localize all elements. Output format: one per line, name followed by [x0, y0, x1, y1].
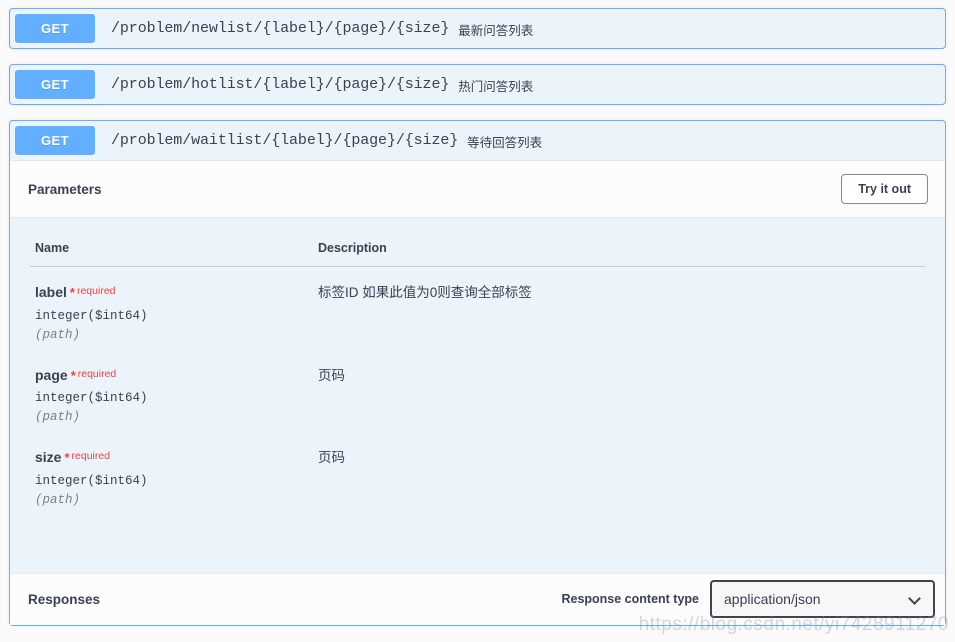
parameter-name: size * required — [35, 449, 313, 467]
required-star-icon: * — [69, 285, 75, 300]
responses-title: Responses — [28, 591, 101, 607]
operation-path: /problem/waitlist/{label}/{page}/{size} — [111, 132, 459, 149]
parameter-description: 标签ID 如果此值为0则查询全部标签 — [318, 285, 532, 300]
parameter-name-cell: page * required integer($int64) (path) — [30, 350, 313, 433]
operation-block-newlist[interactable]: GET /problem/newlist/{label}/{page}/{siz… — [9, 8, 946, 49]
required-label: required — [77, 367, 117, 380]
table-header-row: Name Description — [30, 236, 925, 267]
parameters-header: Parameters Try it out — [10, 160, 945, 218]
parameter-name-text: size — [35, 449, 62, 465]
parameter-description: 页码 — [318, 367, 345, 383]
required-star-icon: * — [70, 367, 76, 383]
http-method-badge: GET — [15, 126, 95, 155]
http-method-badge: GET — [15, 14, 95, 43]
operation-summary-text: 等待回答列表 — [467, 136, 543, 150]
operation-block-waitlist[interactable]: GET /problem/waitlist/{label}/{page}/{si… — [9, 120, 946, 626]
parameters-title: Parameters — [28, 181, 102, 197]
operation-summary[interactable]: GET /problem/hotlist/{label}/{page}/{siz… — [10, 65, 945, 104]
operation-summary-text: 最新问答列表 — [458, 24, 534, 38]
operation-summary[interactable]: GET /problem/newlist/{label}/{page}/{siz… — [10, 9, 945, 48]
parameter-name-text: page — [35, 366, 68, 383]
parameter-location: (path) — [35, 410, 81, 424]
parameter-name-text: label — [35, 284, 67, 300]
parameter-location: (path) — [35, 492, 81, 507]
operation-block-hotlist[interactable]: GET /problem/hotlist/{label}/{page}/{siz… — [9, 64, 946, 105]
parameters-table-wrap: Name Description label * required integer(… — [10, 218, 945, 573]
operation-body: Parameters Try it out Name Description l… — [10, 160, 945, 625]
parameter-type: integer($int64) — [35, 308, 148, 323]
operation-summary[interactable]: GET /problem/waitlist/{label}/{page}/{si… — [10, 121, 945, 160]
parameter-location: (path) — [35, 327, 81, 342]
swagger-ui-page: GET /problem/newlist/{label}/{page}/{siz… — [0, 0, 955, 642]
response-content-type-value: application/json — [724, 591, 821, 607]
responses-header: Responses Response content type applicat… — [10, 572, 945, 625]
parameter-name-cell: size * required integer($int64) (path) — [30, 432, 313, 515]
table-row: label * required integer($int64) (path) 标签… — [30, 267, 925, 350]
column-header-name: Name — [30, 236, 313, 267]
required-star-icon: * — [64, 450, 70, 465]
column-header-description: Description — [313, 236, 925, 267]
try-it-out-button[interactable]: Try it out — [841, 174, 928, 204]
parameter-description: 页码 — [318, 450, 345, 465]
http-method-badge: GET — [15, 70, 95, 99]
parameter-type: integer($int64) — [35, 391, 148, 405]
parameters-bottom-spacer — [30, 515, 925, 573]
parameter-name-cell: label * required integer($int64) (path) — [30, 267, 313, 350]
parameter-type: integer($int64) — [35, 473, 148, 488]
operation-summary-text: 热门问答列表 — [458, 80, 534, 94]
required-label: required — [71, 450, 111, 462]
response-content-type-group: Response content type application/json — [561, 580, 935, 618]
operation-path: /problem/newlist/{label}/{page}/{size} — [111, 20, 450, 37]
operation-path: /problem/hotlist/{label}/{page}/{size} — [111, 76, 450, 93]
parameter-name: page * required — [35, 367, 313, 385]
parameter-name: label * required — [35, 284, 313, 302]
response-content-type-select[interactable]: application/json — [710, 580, 935, 618]
required-label: required — [76, 285, 116, 297]
parameters-table: Name Description label * required integer(… — [30, 236, 925, 515]
table-row: size * required integer($int64) (path) 页码 — [30, 432, 925, 515]
table-row: page * required integer($int64) (path) 页码 — [30, 350, 925, 433]
response-content-type-label: Response content type — [561, 592, 699, 606]
chevron-down-icon — [910, 594, 921, 605]
